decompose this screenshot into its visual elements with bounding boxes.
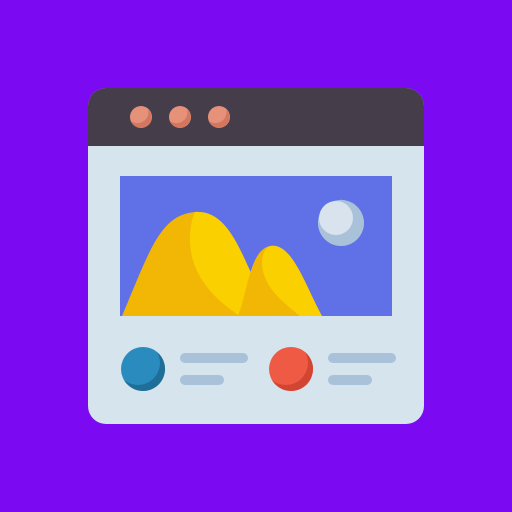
icon-canvas bbox=[0, 0, 512, 512]
text-line bbox=[328, 375, 372, 385]
browser-window-icon bbox=[88, 88, 424, 424]
avatar-left bbox=[121, 347, 166, 392]
browser-window-illustration bbox=[0, 0, 512, 512]
titlebar-dot bbox=[208, 106, 230, 128]
image-placeholder-icon bbox=[120, 176, 392, 316]
titlebar-dots bbox=[130, 106, 230, 128]
text-line bbox=[180, 375, 224, 385]
moon-icon bbox=[318, 199, 364, 246]
text-line bbox=[328, 353, 396, 363]
avatar-right bbox=[269, 347, 314, 392]
titlebar-dot bbox=[130, 106, 152, 128]
titlebar-dot bbox=[169, 106, 191, 128]
text-line bbox=[180, 353, 248, 363]
